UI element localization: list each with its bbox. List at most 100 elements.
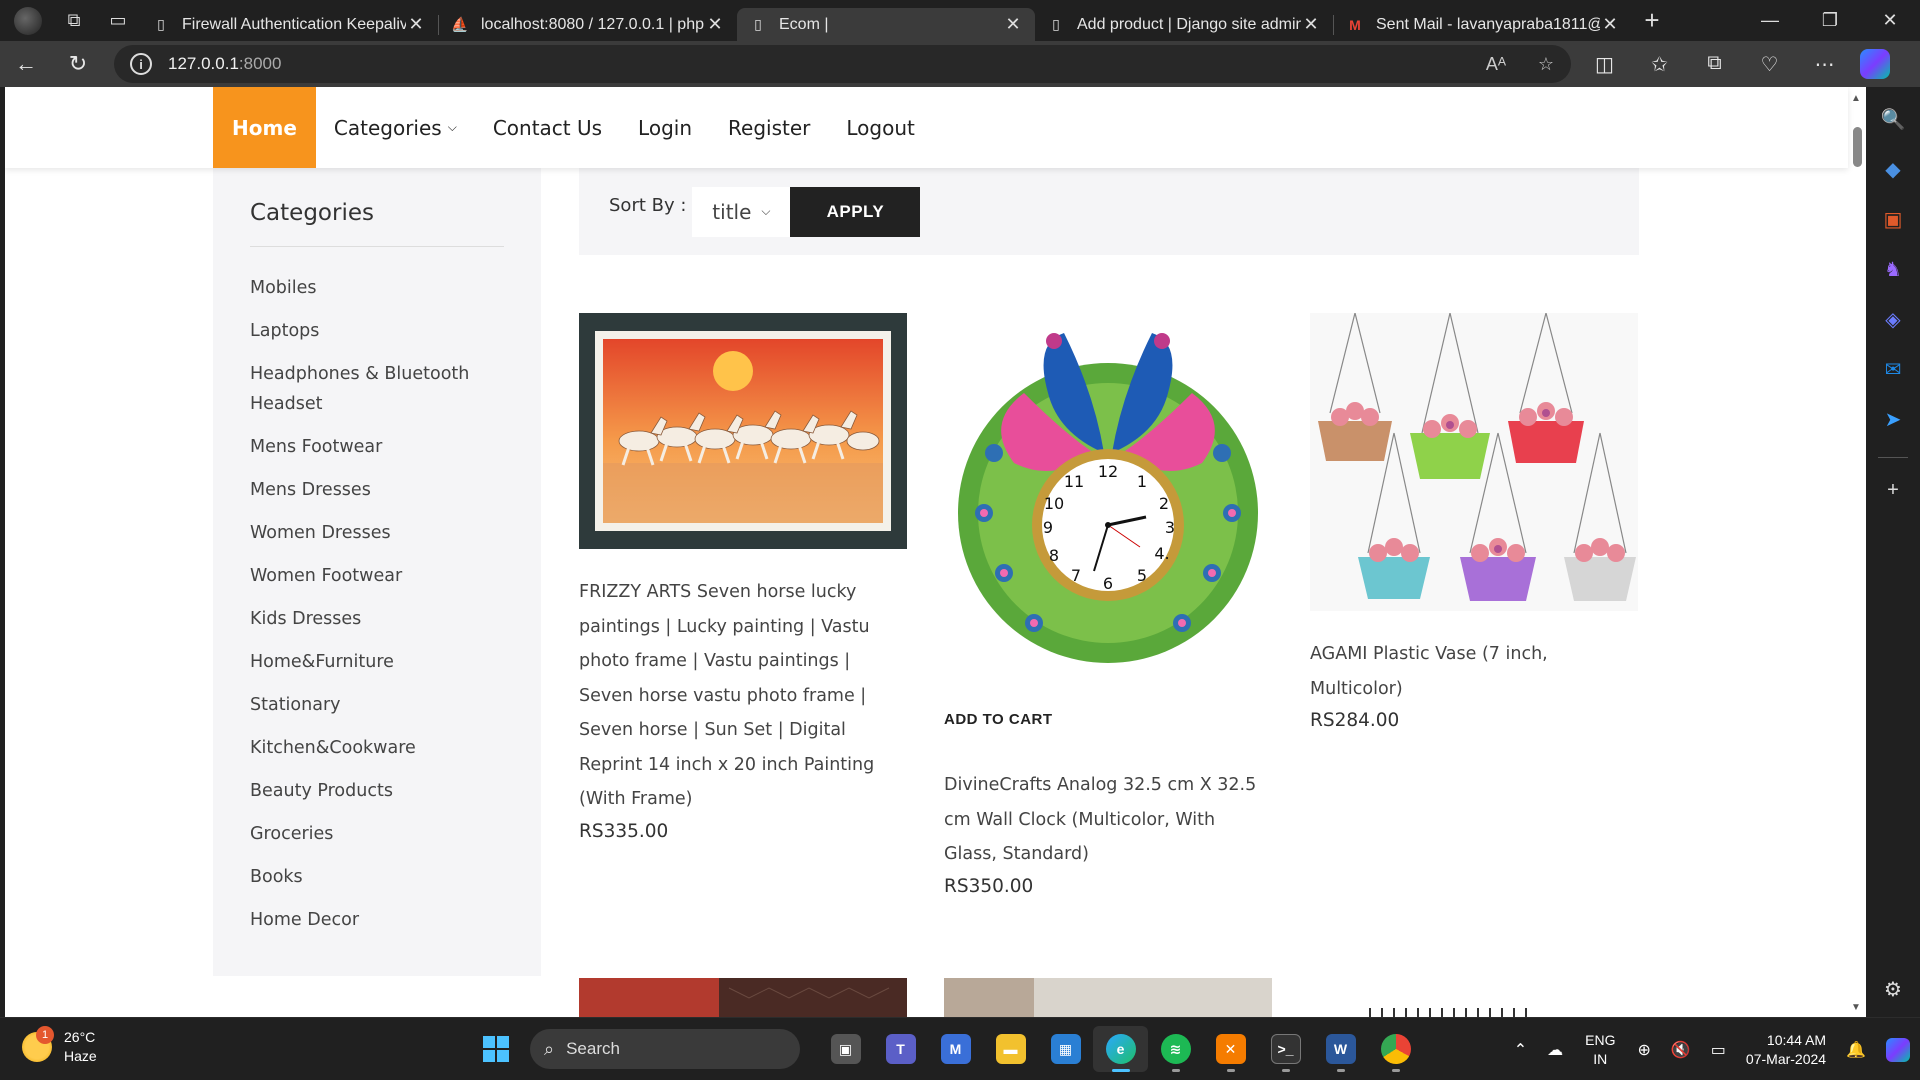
vertical-tabs-icon[interactable]: ▭ — [96, 0, 140, 41]
product-name[interactable]: AGAMI Plastic Vase (7 inch, Multicolor) — [1310, 637, 1638, 706]
close-tab-icon[interactable]: ✕ — [705, 14, 725, 35]
browser-tab[interactable]: ⛵ localhost:8080 / 127.0.0.1 | phpMyAdmi… — [439, 8, 737, 41]
close-window-icon[interactable]: ✕ — [1860, 0, 1920, 41]
browser-tab[interactable]: ▯ Add product | Django site admin ✕ — [1035, 8, 1333, 41]
category-item[interactable]: Laptops — [250, 316, 490, 346]
sort-select[interactable]: title ⌵ — [692, 186, 791, 237]
add-to-cart-button[interactable]: ADD TO CART — [944, 711, 1272, 728]
close-tab-icon[interactable]: ✕ — [406, 14, 426, 35]
copilot-taskbar-icon[interactable] — [1876, 1037, 1920, 1062]
chrome-icon[interactable] — [1368, 1026, 1423, 1072]
spotify-icon[interactable]: ≋ — [1148, 1026, 1203, 1072]
vscode-like-icon[interactable]: M — [928, 1026, 983, 1072]
browser-tab[interactable]: ▯ Firewall Authentication Keepalive ✕ — [140, 8, 438, 41]
add-sidebar-app-icon[interactable]: + — [1875, 472, 1911, 508]
search-icon[interactable]: 🔍 — [1875, 101, 1911, 137]
volume-muted-icon[interactable]: 🔇 — [1661, 1040, 1701, 1060]
task-view-icon[interactable]: ▣ — [818, 1026, 873, 1072]
page-scrollbar[interactable]: ▲ ▼ — [1848, 87, 1866, 1017]
toolbox-icon[interactable]: ▣ — [1875, 201, 1911, 237]
shopping-tag-icon[interactable]: ◆ — [1875, 151, 1911, 187]
category-item[interactable]: Headphones & Bluetooth Headset — [250, 359, 490, 419]
sidebar-settings-icon[interactable]: ⚙ — [1875, 971, 1911, 1007]
menu-contact[interactable]: Contact Us — [475, 87, 620, 168]
teams-icon[interactable]: T — [873, 1026, 928, 1072]
profile-avatar[interactable] — [14, 6, 42, 35]
category-item[interactable]: Groceries — [250, 819, 490, 849]
category-item[interactable]: Kitchen&Cookware — [250, 733, 490, 763]
edge-icon[interactable]: e — [1093, 1026, 1148, 1072]
word-icon[interactable]: W — [1313, 1026, 1368, 1072]
collections-icon[interactable]: ⧉ — [1687, 52, 1742, 77]
browser-tab-active[interactable]: ▯ Ecom | ✕ — [737, 8, 1035, 41]
category-item[interactable]: Beauty Products — [250, 776, 490, 806]
taskbar-search[interactable]: ⌕ Search — [530, 1029, 800, 1069]
product-image-partial[interactable] — [1310, 978, 1638, 1017]
outlook-icon[interactable]: ✉ — [1875, 351, 1911, 387]
menu-register[interactable]: Register — [710, 87, 828, 168]
category-item[interactable]: Mobiles — [250, 273, 490, 303]
scrollbar-thumb[interactable] — [1853, 127, 1862, 167]
store-icon[interactable]: ▦ — [1038, 1026, 1093, 1072]
clock[interactable]: 10:44 AM 07-Mar-2024 — [1736, 1031, 1836, 1069]
favorite-star-icon[interactable]: ☆ — [1521, 54, 1571, 75]
category-item[interactable]: Home Decor — [250, 905, 490, 935]
product-image[interactable]: 12 1 2 3 4. 5 6 78 9 10 11 — [944, 313, 1272, 687]
battery-icon[interactable]: ▭ — [1701, 1040, 1736, 1060]
product-name[interactable]: DivineCrafts Analog 32.5 cm X 32.5 cm Wa… — [944, 768, 1272, 872]
category-item[interactable]: Kids Dresses — [250, 604, 490, 634]
refresh-icon[interactable]: ↻ — [52, 41, 104, 87]
category-item[interactable]: Women Dresses — [250, 518, 490, 548]
start-button[interactable] — [476, 1026, 516, 1072]
copilot-sidebar-icon[interactable]: ◈ — [1875, 301, 1911, 337]
product-image[interactable] — [579, 313, 907, 549]
workspaces-icon[interactable]: ⧉ — [52, 0, 96, 41]
site-info-icon[interactable]: i — [130, 53, 152, 75]
category-item[interactable]: Books — [250, 862, 490, 892]
url-text[interactable]: 127.0.0.1:8000 — [168, 54, 281, 74]
more-menu-icon[interactable]: ⋯ — [1797, 52, 1852, 77]
read-aloud-icon[interactable]: Aᴬ — [1471, 54, 1521, 75]
menu-home[interactable]: Home — [213, 87, 316, 168]
onedrive-icon[interactable]: ☁ — [1537, 1040, 1573, 1060]
back-icon[interactable]: ← — [0, 41, 52, 87]
restore-icon[interactable]: ❐ — [1800, 0, 1860, 41]
language-indicator[interactable]: ENG IN — [1573, 1031, 1627, 1069]
send-icon[interactable]: ➤ — [1875, 401, 1911, 437]
address-bar[interactable]: i 127.0.0.1:8000 Aᴬ ☆ — [114, 45, 1571, 83]
menu-logout[interactable]: Logout — [828, 87, 932, 168]
category-item[interactable]: Mens Dresses — [250, 475, 490, 505]
network-icon[interactable]: ⊕ — [1627, 1040, 1660, 1060]
product-image-partial[interactable] — [579, 978, 907, 1017]
product-image[interactable] — [1310, 313, 1638, 611]
copilot-icon[interactable] — [1860, 49, 1890, 79]
close-tab-icon[interactable]: ✕ — [1003, 14, 1023, 35]
file-explorer-icon[interactable]: ▬ — [983, 1026, 1038, 1072]
weather-widget[interactable]: 1 26°C Haze — [22, 1026, 97, 1066]
close-tab-icon[interactable]: ✕ — [1600, 14, 1620, 35]
product-card: 12 1 2 3 4. 5 6 78 9 10 11 ADD TO CART DivineCr… — [944, 313, 1272, 897]
new-tab-button[interactable]: + — [1632, 0, 1672, 41]
health-icon[interactable]: ♡ — [1742, 52, 1797, 77]
category-item[interactable]: Women Footwear — [250, 561, 490, 591]
category-item[interactable]: Home&Furniture — [250, 647, 490, 677]
terminal-icon[interactable]: >_ — [1258, 1026, 1313, 1072]
scroll-up-icon[interactable]: ▲ — [1851, 93, 1861, 104]
browser-tab[interactable]: M Sent Mail - lavanyapraba1811@gmail.com… — [1334, 8, 1632, 41]
favorites-icon[interactable]: ✩ — [1632, 52, 1687, 77]
scroll-down-icon[interactable]: ▼ — [1851, 1002, 1861, 1013]
minimize-icon[interactable]: — — [1740, 0, 1800, 41]
category-item[interactable]: Mens Footwear — [250, 432, 490, 462]
product-image-partial[interactable] — [944, 978, 1272, 1017]
menu-categories[interactable]: Categories ⌵ — [316, 87, 475, 168]
games-icon[interactable]: ♞ — [1875, 251, 1911, 287]
category-item[interactable]: Stationary — [250, 690, 490, 720]
apply-button[interactable]: APPLY — [790, 186, 921, 237]
split-screen-icon[interactable]: ◫ — [1577, 52, 1632, 77]
notification-bell-icon[interactable]: 🔔 — [1836, 1040, 1876, 1060]
show-hidden-icons-chevron-icon[interactable]: ⌃ — [1504, 1040, 1537, 1060]
menu-login[interactable]: Login — [620, 87, 710, 168]
product-name[interactable]: FRIZZY ARTS Seven horse lucky paintings … — [579, 575, 907, 817]
xampp-icon[interactable]: ✕ — [1203, 1026, 1258, 1072]
close-tab-icon[interactable]: ✕ — [1301, 14, 1321, 35]
